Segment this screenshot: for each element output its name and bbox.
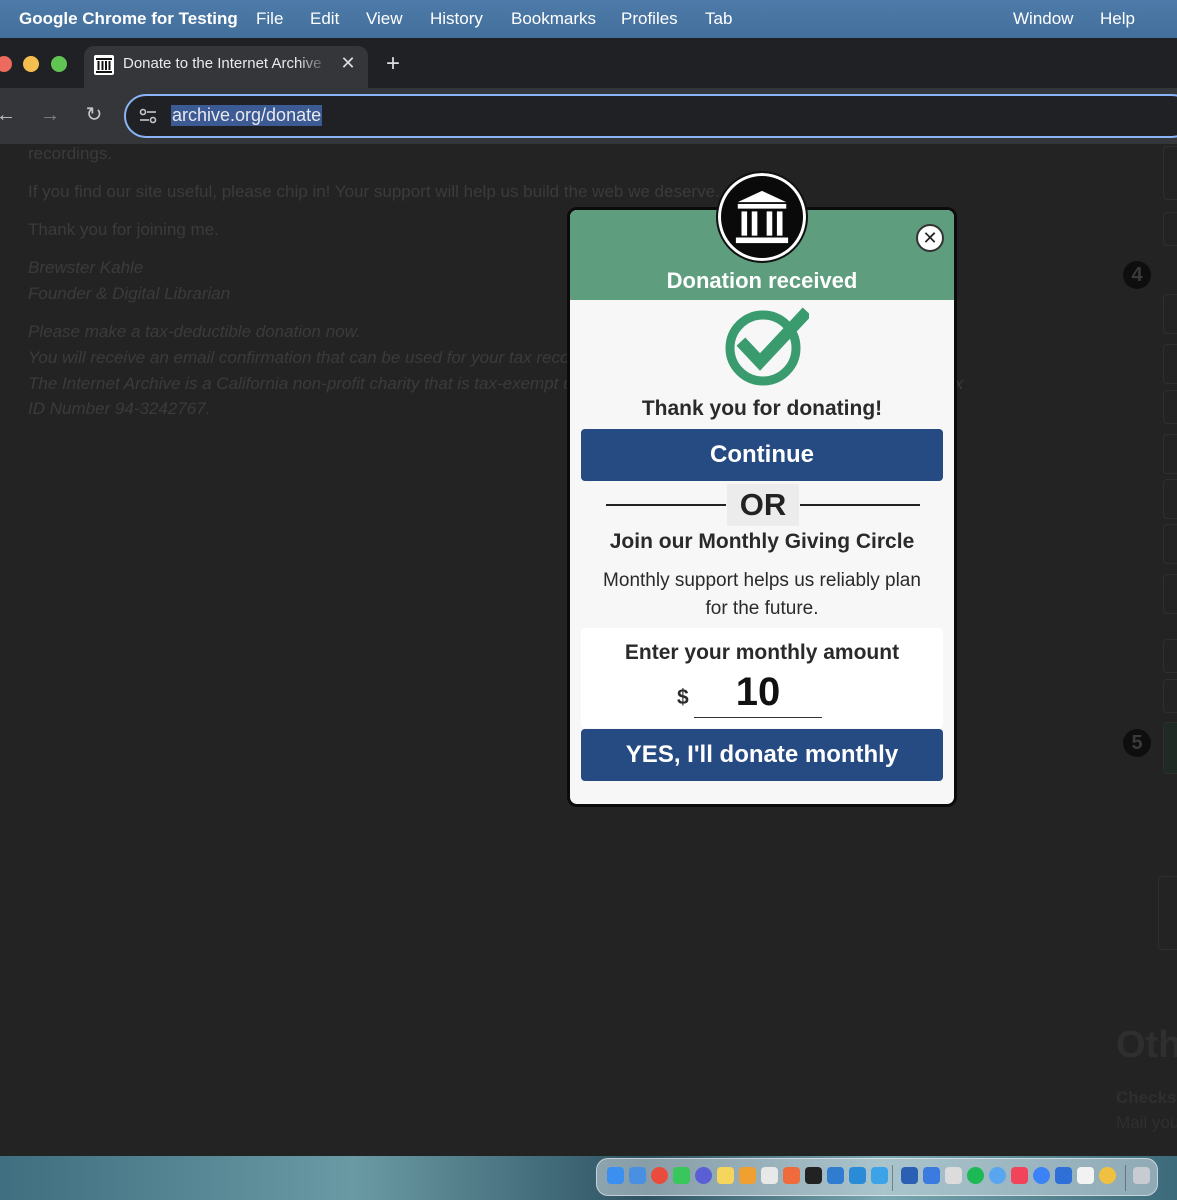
- page-text-recordings: recordings.: [28, 144, 113, 163]
- archive-favicon-icon: [94, 55, 114, 75]
- slack-icon[interactable]: [761, 1167, 778, 1184]
- or-separator: OR: [727, 484, 799, 526]
- tax-line-1: Please make a tax-deductible donation no…: [28, 322, 361, 341]
- site-settings-icon[interactable]: [138, 106, 158, 126]
- form-field: [1163, 524, 1177, 564]
- word-icon[interactable]: [901, 1167, 918, 1184]
- vscode-icon[interactable]: [849, 1167, 866, 1184]
- safari-icon[interactable]: [989, 1167, 1006, 1184]
- app-icon[interactable]: [783, 1167, 800, 1184]
- sublime-icon[interactable]: [739, 1167, 756, 1184]
- dock: [596, 1158, 1158, 1196]
- form-field: [1163, 679, 1177, 713]
- music-icon[interactable]: [1011, 1167, 1028, 1184]
- chrome-icon[interactable]: [651, 1167, 668, 1184]
- menu-tab[interactable]: Tab: [705, 9, 732, 29]
- menu-file[interactable]: File: [256, 9, 283, 29]
- preview-icon[interactable]: [945, 1167, 962, 1184]
- back-button[interactable]: ←: [0, 103, 18, 127]
- donate-monthly-button[interactable]: YES, I'll donate monthly: [581, 729, 943, 781]
- screen-icon[interactable]: [1055, 1167, 1072, 1184]
- docker-icon[interactable]: [871, 1167, 888, 1184]
- menu-window[interactable]: Window: [1013, 9, 1073, 29]
- step-number-5: 5: [1123, 729, 1151, 757]
- menu-edit[interactable]: Edit: [310, 9, 339, 29]
- chrome-testing-icon[interactable]: [1099, 1167, 1116, 1184]
- thank-you-text: Thank you for donating!: [641, 397, 883, 420]
- tab-close-icon[interactable]: ✕: [336, 51, 360, 75]
- dock-separator: [1125, 1165, 1126, 1191]
- messages-icon[interactable]: [673, 1167, 690, 1184]
- page-text-chip-in: If you find our site useful, please chip…: [28, 182, 720, 201]
- xcode-icon[interactable]: [827, 1167, 844, 1184]
- donation-modal: Donation received ✕ Thank you for donati…: [567, 207, 957, 807]
- form-field: [1163, 344, 1177, 384]
- menu-help[interactable]: Help: [1100, 9, 1135, 29]
- minimize-window-button[interactable]: [23, 56, 39, 72]
- form-field: [1163, 434, 1177, 474]
- page-text-thanks: Thank you for joining me.: [28, 220, 219, 239]
- forward-button[interactable]: →: [38, 103, 62, 127]
- tab-title: Donate to the Internet Archive: [123, 55, 322, 72]
- donate-button: [1163, 722, 1177, 774]
- signature-name: Brewster Kahle: [28, 258, 144, 277]
- form-field: [1163, 212, 1177, 246]
- notes-icon[interactable]: [717, 1167, 734, 1184]
- internet-archive-logo-icon: [716, 171, 808, 263]
- form-field: [1163, 574, 1177, 614]
- monthly-support-text: Monthly support helps us reliably plan f…: [603, 570, 921, 619]
- menu-profiles[interactable]: Profiles: [621, 9, 678, 29]
- form-field: [1163, 390, 1177, 424]
- checkmark-icon: [725, 307, 809, 386]
- signature-title: Founder & Digital Librarian: [28, 284, 231, 303]
- menu-app-name[interactable]: Google Chrome for Testing: [19, 9, 238, 29]
- dock-separator: [892, 1165, 893, 1191]
- monthly-amount-input[interactable]: [694, 668, 822, 718]
- form-field: [1158, 876, 1177, 950]
- checks-label: Checks: [1116, 1088, 1177, 1107]
- bluetooth-icon[interactable]: [1033, 1167, 1050, 1184]
- monthly-amount-label: Enter your monthly amount: [624, 641, 900, 664]
- mail-text: Mail you: [1116, 1113, 1177, 1132]
- new-tab-button[interactable]: +: [379, 50, 407, 78]
- terminal-icon[interactable]: [805, 1167, 822, 1184]
- files-icon[interactable]: [923, 1167, 940, 1184]
- textedit-icon[interactable]: [1077, 1167, 1094, 1184]
- tax-line-4: ID Number 94-3242767.: [28, 399, 211, 418]
- browser-icon[interactable]: [695, 1167, 712, 1184]
- continue-button[interactable]: Continue: [581, 429, 943, 481]
- browser-tab[interactable]: Donate to the Internet Archive ✕: [84, 46, 368, 88]
- form-field: [1163, 294, 1177, 334]
- launchpad-icon[interactable]: [629, 1167, 646, 1184]
- form-field: [1163, 479, 1177, 519]
- address-bar[interactable]: archive.org/donate: [124, 94, 1177, 138]
- menu-history[interactable]: History: [430, 9, 483, 29]
- trash-icon[interactable]: [1133, 1167, 1150, 1184]
- spotify-icon[interactable]: [967, 1167, 984, 1184]
- form-field: [1163, 146, 1177, 200]
- currency-symbol: $: [677, 686, 689, 709]
- divider-left: [606, 504, 726, 506]
- monthly-amount-box: Enter your monthly amount $: [581, 628, 943, 728]
- menu-bar: Google Chrome for Testing File Edit View…: [0, 0, 1177, 38]
- monthly-circle-heading: Join our Monthly Giving Circle: [609, 530, 915, 553]
- tax-line-2: You will receive an email confirmation t…: [28, 348, 598, 367]
- other-ways-heading: Oth: [1116, 1024, 1177, 1066]
- zoom-window-button[interactable]: [51, 56, 67, 72]
- reload-button[interactable]: ↻: [82, 103, 106, 127]
- divider-right: [800, 504, 920, 506]
- menu-view[interactable]: View: [366, 9, 403, 29]
- modal-title: Donation received: [666, 268, 858, 293]
- address-url[interactable]: archive.org/donate: [171, 105, 323, 126]
- step-number-4: 4: [1123, 261, 1151, 289]
- menu-bookmarks[interactable]: Bookmarks: [511, 9, 596, 29]
- finder-icon[interactable]: [607, 1167, 624, 1184]
- form-field: [1163, 639, 1177, 673]
- modal-close-icon[interactable]: ✕: [916, 224, 944, 252]
